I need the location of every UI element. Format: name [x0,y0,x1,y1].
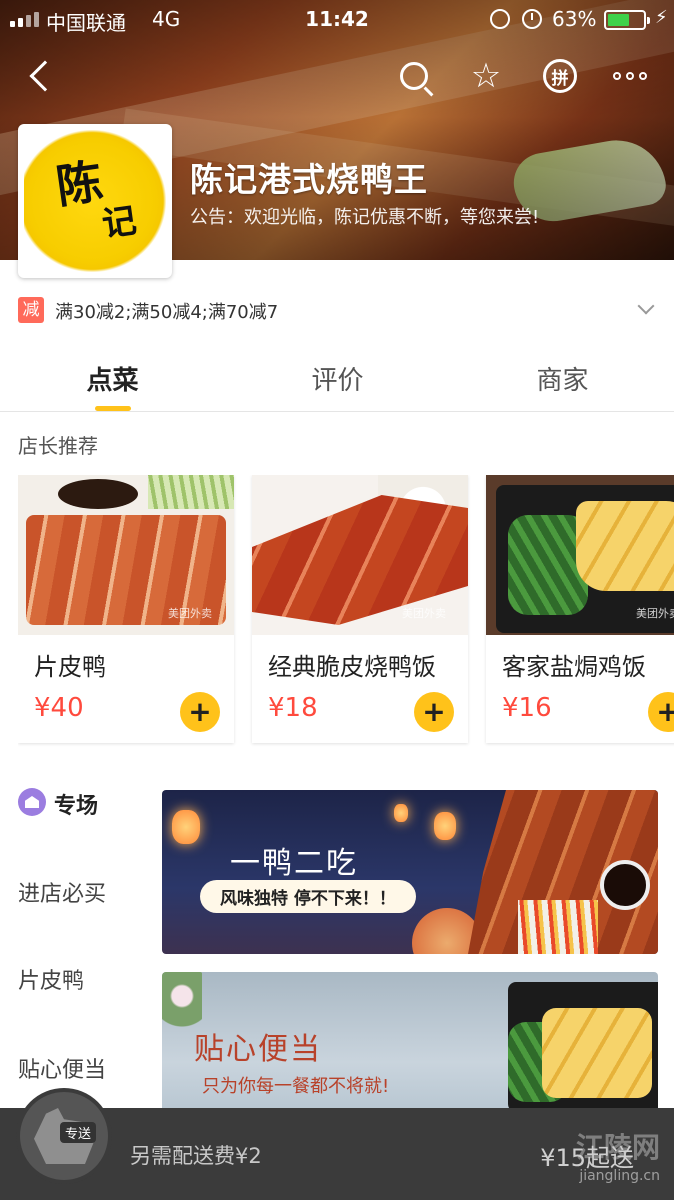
add-to-cart-button[interactable]: + [180,692,220,732]
recommend-title: 店长推荐 [18,434,98,458]
product-image[interactable]: 美团外卖 [18,475,234,635]
group-order-icon[interactable]: 拼 [536,52,584,100]
add-to-cart-button[interactable]: + [648,692,674,732]
recommend-list: 美团外卖 片皮鸭 ¥40 + 美团外卖 经典脆皮烧鸭饭 ¥18 + 美团外卖 客… [18,475,674,747]
category-label: 专场 [54,794,99,819]
product-price: ¥40 [34,693,84,723]
logo-text-top: 陈 [52,154,105,214]
category-item-bento[interactable]: 贴心便当 [18,1052,106,1084]
active-tab-indicator [95,406,131,411]
banner-title: 贴心便当 [194,1032,322,1067]
banner-chicken-image [542,1008,652,1098]
chevron-down-icon[interactable] [637,297,655,315]
cart-icon[interactable]: 专送 [16,1088,112,1184]
rotation-lock-icon [490,9,510,29]
product-card[interactable]: 美团外卖 经典脆皮烧鸭饭 ¥18 + [252,475,468,743]
image-watermark: 美团外卖 [402,607,446,620]
product-price: ¥16 [502,693,552,723]
battery-icon [604,10,650,30]
logo-text-bottom: 记 [99,200,137,246]
product-card[interactable]: 美团外卖 客家盐焗鸡饭 ¥16 + [486,475,674,743]
banner-subtitle: 风味独特 停不下来！！ [200,880,416,913]
lantern-decoration [172,810,200,844]
delivery-badge: 专送 [60,1122,97,1143]
category-item-must-buy[interactable]: 进店必买 [18,876,106,908]
banner-sauce-image [600,860,650,910]
image-watermark: 美团外卖 [168,607,212,620]
product-card[interactable]: 美团外卖 片皮鸭 ¥40 + [18,475,234,743]
flower-decoration [162,972,202,1032]
banner-subtitle: 只为你每一餐都不将就! [202,1076,390,1097]
product-name: 客家盐焗鸡饭 [502,653,646,681]
battery-percent: 63% [552,7,597,31]
tab-reviews[interactable]: 评价 [225,360,450,397]
banner-veg-image [518,900,598,954]
shop-name: 陈记港式烧鸭王 [190,160,428,199]
tab-order[interactable]: 点菜 [0,360,225,397]
lantern-decoration [394,804,408,822]
product-name: 片皮鸭 [34,653,106,681]
nav-bar: ☆ 拼 [0,48,674,104]
shop-notice: 公告：欢迎光临，陈记优惠不断，等您来尝! [190,207,540,228]
tab-merchant[interactable]: 商家 [450,360,674,397]
search-icon[interactable] [390,52,438,100]
discount-tag: 减 [18,297,44,323]
shop-logo: 陈 记 [18,124,172,278]
discount-text: 满30减2;满50减4;满70减7 [55,302,279,323]
tab-bar: 点菜 评价 商家 [0,346,674,412]
alarm-icon [522,9,542,29]
status-bar: 中国联通 4G 11:42 63% ⚡ [0,0,674,38]
product-name: 经典脆皮烧鸭饭 [268,653,436,681]
back-icon[interactable] [16,52,64,100]
add-to-cart-button[interactable]: + [414,692,454,732]
product-image[interactable]: 美团外卖 [486,475,674,635]
delivery-fee: 另需配送费¥2 [130,1144,262,1168]
image-watermark: 美团外卖 [636,607,674,620]
site-watermark-url: jiangling.cn [579,1168,660,1184]
favorite-star-icon[interactable]: ☆ [462,52,510,100]
more-options-icon[interactable] [606,52,654,100]
banner-title: 一鸭二吃 [230,846,358,881]
charging-icon: ⚡ [655,7,668,28]
discount-row[interactable]: 减 满30减2;满50减4;满70减7 [0,288,674,334]
category-item-peking-duck[interactable]: 片皮鸭 [18,963,84,995]
promo-banner-duck[interactable]: 一鸭二吃 风味独特 停不下来！！ [162,790,658,954]
product-image[interactable]: 美团外卖 [252,475,468,635]
lantern-decoration [434,812,456,840]
cart-bar: 专送 另需配送费¥2 江陵网 ¥15起送 jiangling.cn [0,1088,674,1200]
category-item-special[interactable]: 专场 [18,788,98,820]
product-price: ¥18 [268,693,318,723]
